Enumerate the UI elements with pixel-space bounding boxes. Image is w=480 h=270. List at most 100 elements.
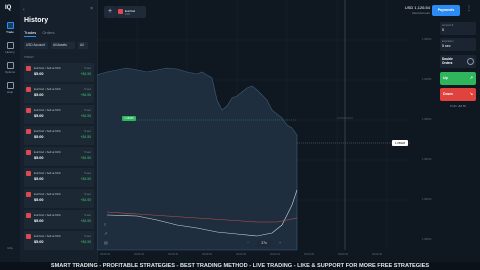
tab-orders[interactable]: Orders [42,30,54,37]
y-tick-label: 1.08320 [422,198,432,201]
trade-row[interactable]: Eur/Usd • Sell at 91% $5.00 5 sec +$4.55 [24,189,94,208]
payments-button[interactable]: Payments [432,5,460,16]
app-logo[interactable]: IQ [5,5,11,11]
nav-item-trade[interactable]: Trade [2,22,18,34]
x-tick-label: 09:09:40 [372,253,383,256]
trade-row[interactable]: Eur/Usd • Sell at 91% $5.00 5 sec +$4.55 [24,147,94,166]
chart-svg [96,0,411,251]
trade-name: Eur/Usd • Sell at 91% [34,150,61,154]
assets-filter[interactable]: All Assets [51,42,75,49]
trade-row[interactable]: Eur/Usd • Sell at 91% $5.00 5 sec +$4.55 [24,126,94,145]
menu-icon[interactable]: ⋮ [464,5,474,16]
asset-flag-icon [26,234,31,239]
trade-name: Eur/Usd • Sell at 91% [34,87,61,91]
trade-row[interactable]: Eur/Usd • Sell at 91% $5.00 5 sec +$4.55 [24,84,94,103]
asset-flag-icon [26,150,31,155]
trade-profit: +$4.55 [80,135,91,139]
account-balance[interactable]: USD 1,126.54 Real Account [378,5,430,15]
trade-row[interactable]: Eur/Usd • Sell at 91% $5.00 5 sec +$4.55 [24,231,94,250]
trade-profit: +$4.55 [80,114,91,118]
trade-amount: $5.00 [34,114,44,118]
panel-title: History [24,17,49,24]
nav-item-help[interactable]: Help [2,82,18,94]
nav-item-history[interactable]: History [2,42,18,54]
tab-trades[interactable]: Trades [24,30,37,37]
trade-profit: +$4.55 [80,177,91,181]
expiration-field[interactable]: Expiration 5 sec [440,38,476,51]
x-tick-label: 09:08:30 [134,253,145,256]
trade-profit: +$4.55 [80,240,91,244]
trade-amount: $5.00 [34,72,44,76]
expiration-value: 5 sec [442,44,451,48]
double-orders-label: Double Orders [442,57,453,65]
nav-info[interactable]: Info [2,246,18,250]
indicators-icon[interactable]: ≡ [104,222,108,231]
asset-tab[interactable]: Eur/Usd 91% [116,6,146,18]
history-icon [6,42,14,49]
nav-info-label: Info [7,246,13,250]
account-filter[interactable]: USD Account [24,42,48,49]
y-tick-label: 1.08400 [422,38,432,41]
zoom-out-button[interactable]: − [244,240,252,247]
amount-field[interactable]: Amount $ 5 [440,22,476,35]
amount-label: Amount $ [442,24,454,27]
trade-row[interactable]: Eur/Usd • Sell at 91% $5.00 5 sec +$4.55 [24,105,94,124]
x-tick-label: 09:09:20 [304,253,315,256]
trade-name: Eur/Usd • Sell at 91% [34,108,61,112]
asset-flag-icon [26,87,31,92]
trade-name: Eur/Usd • Sell at 91% [34,171,61,175]
trade-amount: $5.00 [34,135,44,139]
asset-payout: 91% [125,13,131,16]
trade-profit: +$4.55 [80,198,91,202]
asset-flag-icon [26,66,31,71]
asset-flag-icon [118,9,123,14]
expiration-label: Expiration [442,40,454,43]
nav-item-label: Options [4,70,16,74]
x-tick-label: 09:08:20 [100,253,111,256]
trade-amount: $5.00 [34,156,44,160]
zoom-control: − 37s + [244,240,284,247]
zoom-value[interactable]: 37s [257,240,271,247]
trade-name: Eur/Usd • Sell at 91% [34,234,61,238]
current-price-tag: 1.08328 [392,140,408,146]
x-tick-label: 09:08:40 [168,253,179,256]
info-icon [467,58,474,65]
nav-item-label: Trade [6,30,14,34]
trade-amount: $5.00 [34,198,44,202]
draw-icon[interactable]: ↗ [104,231,108,240]
history-tabs: Trades Orders [24,30,55,37]
order-panel: Amount $ 5 Expiration 5 sec Double Order… [440,22,476,108]
asset-flag-icon [26,213,31,218]
y-tick-label: 1.08360 [422,118,432,121]
zoom-in-button[interactable]: + [276,240,284,247]
asset-flag-icon [26,192,31,197]
price-chart[interactable] [96,0,411,262]
balance-label: Real Account [412,11,430,15]
trade-row[interactable]: Eur/Usd • Sell at 91% $5.00 5 sec +$4.55 [24,210,94,229]
trade-profit: +$4.55 [80,93,91,97]
trade-time: 5 sec [84,192,91,196]
trade-row[interactable]: Eur/Usd • Sell at 91% $5.00 5 sec +$4.55 [24,63,94,82]
nav-item-label: Help [6,90,14,94]
double-orders-toggle[interactable]: Double Orders [440,55,476,68]
y-tick-label: 1.08300 [422,238,432,241]
up-button[interactable]: Up ↗ [440,72,476,85]
trade-profit: +$4.55 [80,219,91,223]
trade-amount: $5.00 [34,240,44,244]
trade-time: 5 sec [84,87,91,91]
trade-row[interactable]: Eur/Usd • Sell at 91% $5.00 5 sec +$4.55 [24,168,94,187]
period-filter[interactable]: All [78,42,88,49]
history-panel: ‹ × History Trades Orders USD Account All… [20,0,98,262]
amount-value: 5 [442,28,444,32]
chart-type-icon[interactable]: ▤ [104,240,108,249]
close-icon[interactable]: × [90,6,93,12]
nav-item-options[interactable]: Options [2,62,18,74]
back-icon[interactable]: ‹ [23,7,25,13]
trade-time: 5 sec [84,66,91,70]
trade-time: 5 sec [84,171,91,175]
y-tick-label: 1.08340 [422,158,432,161]
entry-price-tag: 1.08325 [122,116,136,121]
add-asset-button[interactable]: + [104,6,116,18]
down-button[interactable]: Down ↘ [440,88,476,101]
trade-name: Eur/Usd • Sell at 91% [34,66,61,70]
